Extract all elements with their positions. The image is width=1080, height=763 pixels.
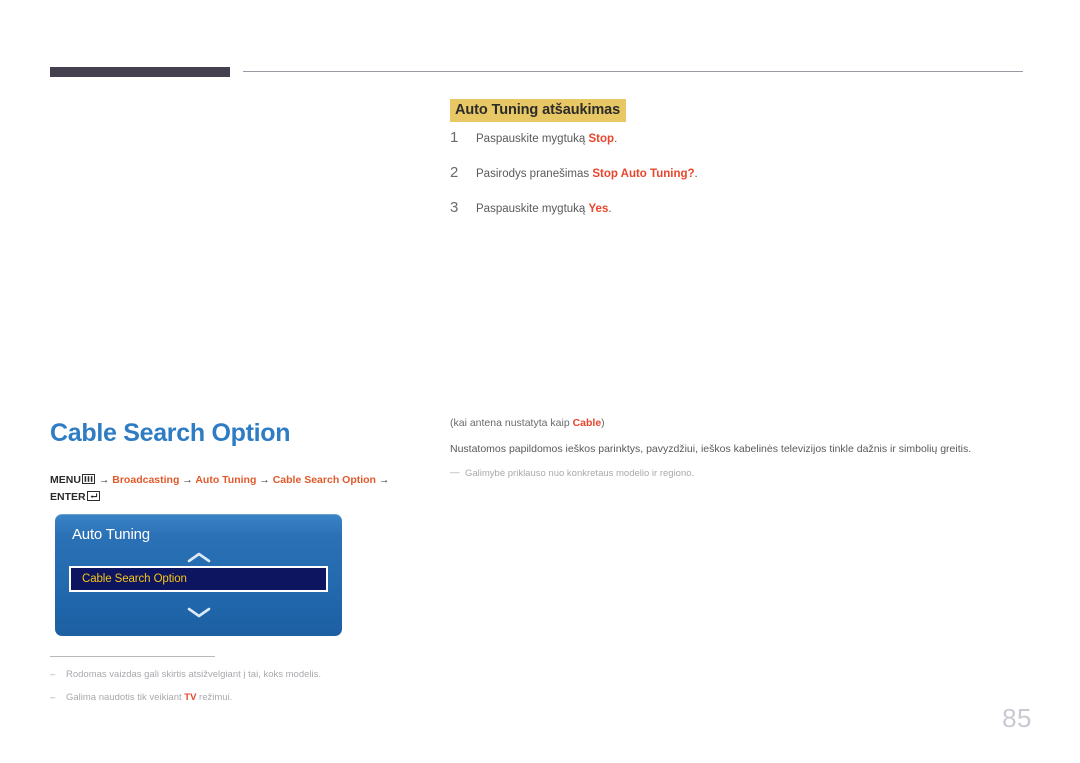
header-decoration-bar xyxy=(50,67,230,77)
step-number: 3 xyxy=(450,199,459,216)
condition-prefix: (kai antena nustatyta kaip xyxy=(450,417,573,429)
availability-note: — Galimybė priklauso nuo konkretaus model… xyxy=(450,467,1025,481)
menu-grid-icon xyxy=(81,473,95,489)
condition-suffix: ) xyxy=(601,417,605,429)
section-badge-auto-tuning-cancel: Auto Tuning atšaukimas xyxy=(450,99,627,123)
breadcrumb-item-auto-tuning[interactable]: Auto Tuning xyxy=(195,474,256,486)
step-accent-term: Yes xyxy=(588,203,609,215)
breadcrumb-arrow: → xyxy=(182,474,193,486)
footnote-dash: ‒ xyxy=(50,669,56,680)
step-text-prefix: Paspauskite mygtuką xyxy=(476,133,589,145)
note-dash: — xyxy=(450,466,460,478)
footnote-text-prefix: Galima naudotis tik veikiant xyxy=(66,692,185,704)
footnote-text-suffix: režimui. xyxy=(196,692,233,704)
right-column-body: (kai antena nustatyta kaip Cable) Nustat… xyxy=(450,416,1025,481)
breadcrumb-item-cable-search-option[interactable]: Cable Search Option xyxy=(273,474,376,486)
enter-key-label: ENTER xyxy=(50,491,86,504)
step-text-suffix: . xyxy=(694,168,698,180)
list-item: ‒ Galima naudotis tik veikiant TV režimui… xyxy=(50,691,430,705)
list-item: 1 Paspauskite mygtuką Stop. xyxy=(450,129,1010,150)
step-text-suffix: . xyxy=(614,133,618,145)
condition-line: (kai antena nustatyta kaip Cable) xyxy=(450,416,1025,432)
step-text-suffix: . xyxy=(608,203,612,215)
footnote-accent-term: TV xyxy=(184,692,197,704)
chevron-up-icon[interactable] xyxy=(55,551,342,564)
footnote-divider xyxy=(50,656,215,657)
osd-selected-item-label: Cable Search Option xyxy=(82,573,187,585)
description-text: Nustatomos papildomos ieškos parinktys, … xyxy=(450,442,972,455)
chevron-down-icon[interactable] xyxy=(55,606,342,619)
step-accent-term: Stop Auto Tuning? xyxy=(592,168,695,180)
tv-osd-mockup: Auto Tuning Cable Search Option xyxy=(55,514,342,636)
header-rule xyxy=(243,71,1023,72)
menu-key-label: MENU xyxy=(50,474,81,486)
breadcrumb-arrow: → xyxy=(98,474,110,486)
cancel-steps-list: 1 Paspauskite mygtuką Stop. 2 Pasirodys … xyxy=(450,129,1010,234)
list-item: ‒ Rodomas vaizdas gali skirtis atsižvelgi… xyxy=(50,668,430,682)
enter-return-icon xyxy=(86,490,100,506)
breadcrumb-arrow: → xyxy=(259,474,270,486)
footnote-text: Rodomas vaizdas gali skirtis atsižvelgia… xyxy=(66,669,322,680)
step-text: Paspauskite mygtuką Yes. xyxy=(476,203,612,215)
footnote-dash: ‒ xyxy=(50,692,56,704)
condition-accent-term: Cable xyxy=(572,417,602,429)
step-text-prefix: Pasirodys pranešimas xyxy=(476,168,593,180)
osd-selected-item[interactable]: Cable Search Option xyxy=(69,566,328,592)
breadcrumb-arrow: → xyxy=(378,474,390,486)
footnote-list: ‒ Rodomas vaizdas gali skirtis atsižvelgi… xyxy=(50,668,430,715)
list-item: 2 Pasirodys pranešimas Stop Auto Tuning?… xyxy=(450,164,1010,185)
step-accent-term: Stop xyxy=(588,133,615,145)
breadcrumb-item-broadcasting[interactable]: Broadcasting xyxy=(112,474,179,486)
step-text: Pasirodys pranešimas Stop Auto Tuning?. xyxy=(476,168,698,180)
breadcrumb: MENU → Broadcasting → Auto Tuning → Cabl… xyxy=(50,472,420,507)
step-number: 2 xyxy=(450,164,459,181)
osd-title: Auto Tuning xyxy=(72,526,150,543)
step-number: 1 xyxy=(450,129,459,146)
note-text: Galimybė priklauso nuo konkretaus modeli… xyxy=(465,467,695,479)
step-text-prefix: Paspauskite mygtuką xyxy=(476,203,589,215)
list-item: 3 Paspauskite mygtuką Yes. xyxy=(450,199,1010,220)
page-title: Cable Search Option xyxy=(50,419,291,447)
step-text: Paspauskite mygtuką Stop. xyxy=(476,133,617,145)
page-number: 85 xyxy=(1002,703,1032,733)
